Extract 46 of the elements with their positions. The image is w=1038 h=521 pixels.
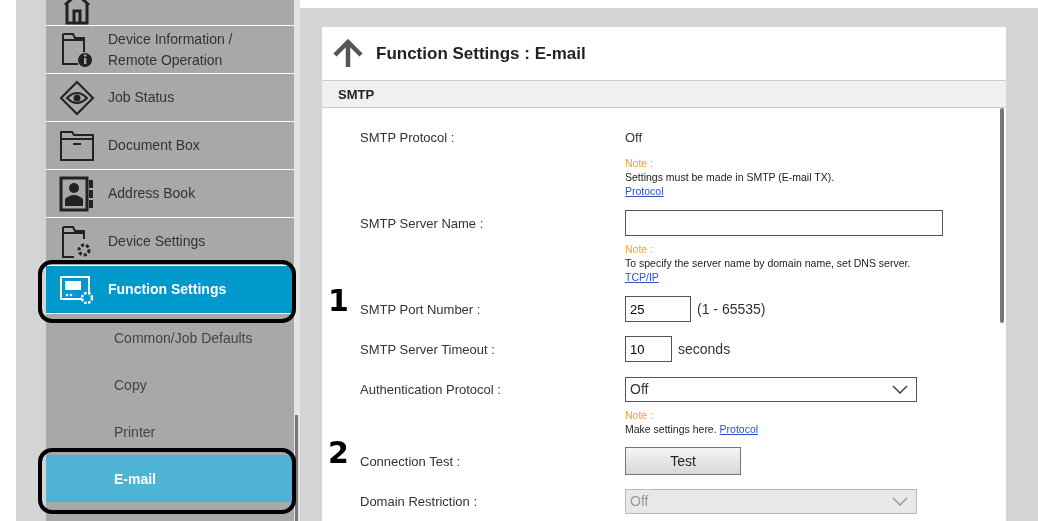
field-label: SMTP Server Timeout : — [360, 341, 496, 357]
dropdown[interactable]: Off — [625, 376, 917, 402]
note-text: Make settings here. — [625, 423, 717, 435]
chevron-down-icon — [892, 496, 908, 506]
sidebar-item[interactable]: Function Settings — [46, 266, 294, 314]
callout-number: 2 — [328, 435, 349, 470]
field-label: Domain Restriction : — [360, 493, 479, 509]
note-label: Note : — [625, 157, 653, 169]
field-label: SMTP Server Name : — [360, 215, 485, 231]
field-label: SMTP Protocol : — [360, 129, 456, 145]
field-label: Authentication Protocol : — [360, 381, 502, 397]
page-title: Function Settings : E-mail — [376, 43, 586, 64]
text-input[interactable]: 25 — [625, 296, 691, 322]
unit-label: seconds — [678, 341, 731, 357]
sidebar-item[interactable]: Job Status — [46, 74, 294, 122]
test-button[interactable]: Test — [625, 447, 741, 475]
chevron-down-icon — [892, 384, 908, 394]
field-label: SMTP Port Number : — [360, 301, 482, 317]
scrollbar[interactable] — [294, 0, 300, 521]
sidebar-item[interactable] — [46, 0, 294, 26]
sidebar-item[interactable]: Device Information / Remote Operation — [46, 26, 294, 74]
folder-icon — [59, 129, 95, 162]
screen-gear-icon — [59, 274, 95, 305]
note-text: Settings must be made in SMTP (E-mail TX). — [625, 171, 835, 183]
folder-info-icon — [60, 31, 94, 68]
note-label: Note : — [625, 243, 653, 255]
sidebar-item[interactable]: Document Box — [46, 122, 294, 170]
field-label: Connection Test : — [360, 453, 462, 469]
section-title: SMTP — [338, 86, 375, 102]
sidebar-subitem[interactable]: Common/Job Defaults — [46, 314, 294, 361]
sidebar-subitem[interactable]: Copy — [46, 361, 294, 408]
protocol-link[interactable]: Protocol — [719, 423, 759, 435]
settings-link[interactable]: Protocol — [625, 185, 664, 197]
field-value: Off — [625, 129, 643, 145]
address-book-icon — [59, 175, 95, 212]
text-input[interactable] — [625, 210, 943, 236]
note-text: To specify the server name by domain name, set DNS server. — [625, 257, 911, 269]
sidebar-subitem[interactable]: Printer — [46, 408, 294, 455]
unit-label: (1 - 65535) — [697, 301, 766, 317]
note-label: Note : — [625, 409, 653, 421]
sidebar-item[interactable]: Address Book — [46, 170, 294, 218]
settings-link[interactable]: TCP/IP — [625, 271, 659, 283]
up-arrow-icon[interactable] — [332, 38, 364, 69]
text-input[interactable]: 10 — [625, 336, 672, 362]
eye-icon — [59, 79, 95, 116]
callout-number: 1 — [328, 283, 349, 318]
